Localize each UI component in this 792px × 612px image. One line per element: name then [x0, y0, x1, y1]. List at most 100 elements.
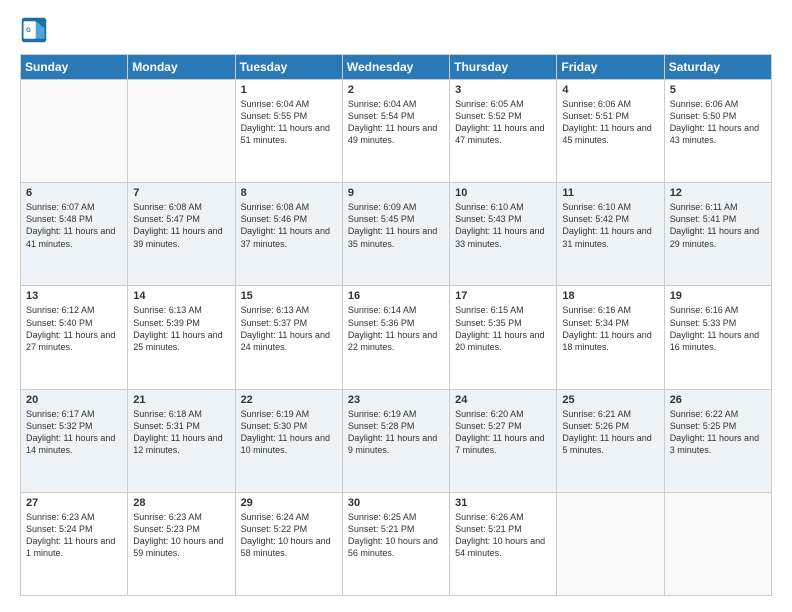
- col-monday: Monday: [128, 55, 235, 80]
- day-info: Sunrise: 6:11 AM Sunset: 5:41 PM Dayligh…: [670, 201, 766, 250]
- day-info: Sunrise: 6:16 AM Sunset: 5:33 PM Dayligh…: [670, 304, 766, 353]
- day-info: Sunrise: 6:14 AM Sunset: 5:36 PM Dayligh…: [348, 304, 444, 353]
- calendar-table: Sunday Monday Tuesday Wednesday Thursday…: [20, 54, 772, 596]
- day-number: 5: [670, 84, 766, 96]
- day-info: Sunrise: 6:07 AM Sunset: 5:48 PM Dayligh…: [26, 201, 122, 250]
- day-number: 8: [241, 187, 337, 199]
- day-info: Sunrise: 6:19 AM Sunset: 5:28 PM Dayligh…: [348, 408, 444, 457]
- day-number: 15: [241, 290, 337, 302]
- calendar-cell: 29 Sunrise: 6:24 AM Sunset: 5:22 PM Dayli…: [235, 492, 342, 595]
- calendar-cell: 5 Sunrise: 6:06 AM Sunset: 5:50 PM Daylig…: [664, 80, 771, 183]
- day-info: Sunrise: 6:09 AM Sunset: 5:45 PM Dayligh…: [348, 201, 444, 250]
- day-info: Sunrise: 6:10 AM Sunset: 5:43 PM Dayligh…: [455, 201, 551, 250]
- calendar-cell: 20 Sunrise: 6:17 AM Sunset: 5:32 PM Dayli…: [21, 389, 128, 492]
- calendar-cell: 17 Sunrise: 6:15 AM Sunset: 5:35 PM Dayli…: [450, 286, 557, 389]
- calendar-cell: [664, 492, 771, 595]
- page: G Sunday Monday Tuesday Wednesday Thursd…: [0, 0, 792, 612]
- day-number: 17: [455, 290, 551, 302]
- day-info: Sunrise: 6:15 AM Sunset: 5:35 PM Dayligh…: [455, 304, 551, 353]
- calendar-cell: 15Sunrise: 6:13 AM Sunset: 5:37 PM Dayli…: [235, 286, 342, 389]
- day-number: 26: [670, 394, 766, 406]
- calendar-cell: 9 Sunrise: 6:09 AM Sunset: 5:45 PM Daylig…: [342, 183, 449, 286]
- day-number: 4: [562, 84, 658, 96]
- col-tuesday: Tuesday: [235, 55, 342, 80]
- day-number: 29: [241, 497, 337, 509]
- calendar-cell: 13 Sunrise: 6:12 AM Sunset: 5:40 PM Dayli…: [21, 286, 128, 389]
- col-friday: Friday: [557, 55, 664, 80]
- day-number: 23: [348, 394, 444, 406]
- calendar-week-row: 27 Sunrise: 6:23 AM Sunset: 5:24 PM Dayli…: [21, 492, 772, 595]
- day-number: 11: [562, 187, 658, 199]
- day-info: Sunrise: 6:18 AM Sunset: 5:31 PM Dayligh…: [133, 408, 229, 457]
- day-info: Sunrise: 6:19 AM Sunset: 5:30 PM Dayligh…: [241, 408, 337, 457]
- day-info: Sunrise: 6:26 AM Sunset: 5:21 PM Dayligh…: [455, 511, 551, 560]
- day-info: Sunrise: 6:20 AM Sunset: 5:27 PM Dayligh…: [455, 408, 551, 457]
- calendar-cell: 22 Sunrise: 6:19 AM Sunset: 5:30 PM Dayli…: [235, 389, 342, 492]
- calendar-week-row: 13 Sunrise: 6:12 AM Sunset: 5:40 PM Dayli…: [21, 286, 772, 389]
- day-number: 24: [455, 394, 551, 406]
- day-number: 30: [348, 497, 444, 509]
- day-info: Sunrise: 6:24 AM Sunset: 5:22 PM Dayligh…: [241, 511, 337, 560]
- day-info: Sunrise: 6:12 AM Sunset: 5:40 PM Dayligh…: [26, 304, 122, 353]
- col-wednesday: Wednesday: [342, 55, 449, 80]
- calendar-cell: [557, 492, 664, 595]
- calendar-header-row: Sunday Monday Tuesday Wednesday Thursday…: [21, 55, 772, 80]
- day-number: 31: [455, 497, 551, 509]
- day-number: 20: [26, 394, 122, 406]
- calendar-cell: 27 Sunrise: 6:23 AM Sunset: 5:24 PM Dayli…: [21, 492, 128, 595]
- day-info: Sunrise: 6:10 AM Sunset: 5:42 PM Dayligh…: [562, 201, 658, 250]
- day-number: 3: [455, 84, 551, 96]
- logo: G: [20, 16, 50, 44]
- day-number: 9: [348, 187, 444, 199]
- day-info: Sunrise: 6:08 AM Sunset: 5:46 PM Dayligh…: [241, 201, 337, 250]
- day-number: 19: [670, 290, 766, 302]
- col-sunday: Sunday: [21, 55, 128, 80]
- day-number: 14: [133, 290, 229, 302]
- day-info: Sunrise: 6:22 AM Sunset: 5:25 PM Dayligh…: [670, 408, 766, 457]
- day-info: Sunrise: 6:23 AM Sunset: 5:24 PM Dayligh…: [26, 511, 122, 560]
- day-number: 27: [26, 497, 122, 509]
- calendar-cell: [128, 80, 235, 183]
- calendar-cell: 6Sunrise: 6:07 AM Sunset: 5:48 PM Daylig…: [21, 183, 128, 286]
- day-info: Sunrise: 6:04 AM Sunset: 5:54 PM Dayligh…: [348, 98, 444, 147]
- calendar-cell: 11 Sunrise: 6:10 AM Sunset: 5:42 PM Dayli…: [557, 183, 664, 286]
- day-info: Sunrise: 6:23 AM Sunset: 5:23 PM Dayligh…: [133, 511, 229, 560]
- calendar-cell: 30 Sunrise: 6:25 AM Sunset: 5:21 PM Dayli…: [342, 492, 449, 595]
- day-number: 13: [26, 290, 122, 302]
- calendar-cell: 26 Sunrise: 6:22 AM Sunset: 5:25 PM Dayli…: [664, 389, 771, 492]
- calendar-cell: 7Sunrise: 6:08 AM Sunset: 5:47 PM Daylig…: [128, 183, 235, 286]
- col-thursday: Thursday: [450, 55, 557, 80]
- calendar-cell: 25 Sunrise: 6:21 AM Sunset: 5:26 PM Dayli…: [557, 389, 664, 492]
- day-info: Sunrise: 6:06 AM Sunset: 5:50 PM Dayligh…: [670, 98, 766, 147]
- day-info: Sunrise: 6:05 AM Sunset: 5:52 PM Dayligh…: [455, 98, 551, 147]
- calendar-cell: 16 Sunrise: 6:14 AM Sunset: 5:36 PM Dayli…: [342, 286, 449, 389]
- logo-icon: G: [20, 16, 48, 44]
- day-info: Sunrise: 6:06 AM Sunset: 5:51 PM Dayligh…: [562, 98, 658, 147]
- day-info: Sunrise: 6:08 AM Sunset: 5:47 PM Dayligh…: [133, 201, 229, 250]
- calendar-cell: 1 Sunrise: 6:04 AM Sunset: 5:55 PM Daylig…: [235, 80, 342, 183]
- calendar-week-row: 6Sunrise: 6:07 AM Sunset: 5:48 PM Daylig…: [21, 183, 772, 286]
- day-number: 22: [241, 394, 337, 406]
- calendar-cell: 21Sunrise: 6:18 AM Sunset: 5:31 PM Dayli…: [128, 389, 235, 492]
- calendar-week-row: 20 Sunrise: 6:17 AM Sunset: 5:32 PM Dayli…: [21, 389, 772, 492]
- calendar-cell: 31 Sunrise: 6:26 AM Sunset: 5:21 PM Dayli…: [450, 492, 557, 595]
- calendar-cell: 4 Sunrise: 6:06 AM Sunset: 5:51 PM Daylig…: [557, 80, 664, 183]
- calendar-cell: 2Sunrise: 6:04 AM Sunset: 5:54 PM Daylig…: [342, 80, 449, 183]
- day-info: Sunrise: 6:17 AM Sunset: 5:32 PM Dayligh…: [26, 408, 122, 457]
- calendar-cell: 23 Sunrise: 6:19 AM Sunset: 5:28 PM Dayli…: [342, 389, 449, 492]
- calendar-cell: 28Sunrise: 6:23 AM Sunset: 5:23 PM Dayli…: [128, 492, 235, 595]
- day-info: Sunrise: 6:04 AM Sunset: 5:55 PM Dayligh…: [241, 98, 337, 147]
- day-info: Sunrise: 6:25 AM Sunset: 5:21 PM Dayligh…: [348, 511, 444, 560]
- day-info: Sunrise: 6:21 AM Sunset: 5:26 PM Dayligh…: [562, 408, 658, 457]
- day-number: 16: [348, 290, 444, 302]
- day-info: Sunrise: 6:16 AM Sunset: 5:34 PM Dayligh…: [562, 304, 658, 353]
- day-number: 25: [562, 394, 658, 406]
- day-number: 10: [455, 187, 551, 199]
- header: G: [20, 16, 772, 44]
- day-number: 1: [241, 84, 337, 96]
- day-info: Sunrise: 6:13 AM Sunset: 5:39 PM Dayligh…: [133, 304, 229, 353]
- calendar-cell: 10 Sunrise: 6:10 AM Sunset: 5:43 PM Dayli…: [450, 183, 557, 286]
- calendar-cell: 18Sunrise: 6:16 AM Sunset: 5:34 PM Dayli…: [557, 286, 664, 389]
- calendar-cell: 19 Sunrise: 6:16 AM Sunset: 5:33 PM Dayli…: [664, 286, 771, 389]
- calendar-cell: 12Sunrise: 6:11 AM Sunset: 5:41 PM Dayli…: [664, 183, 771, 286]
